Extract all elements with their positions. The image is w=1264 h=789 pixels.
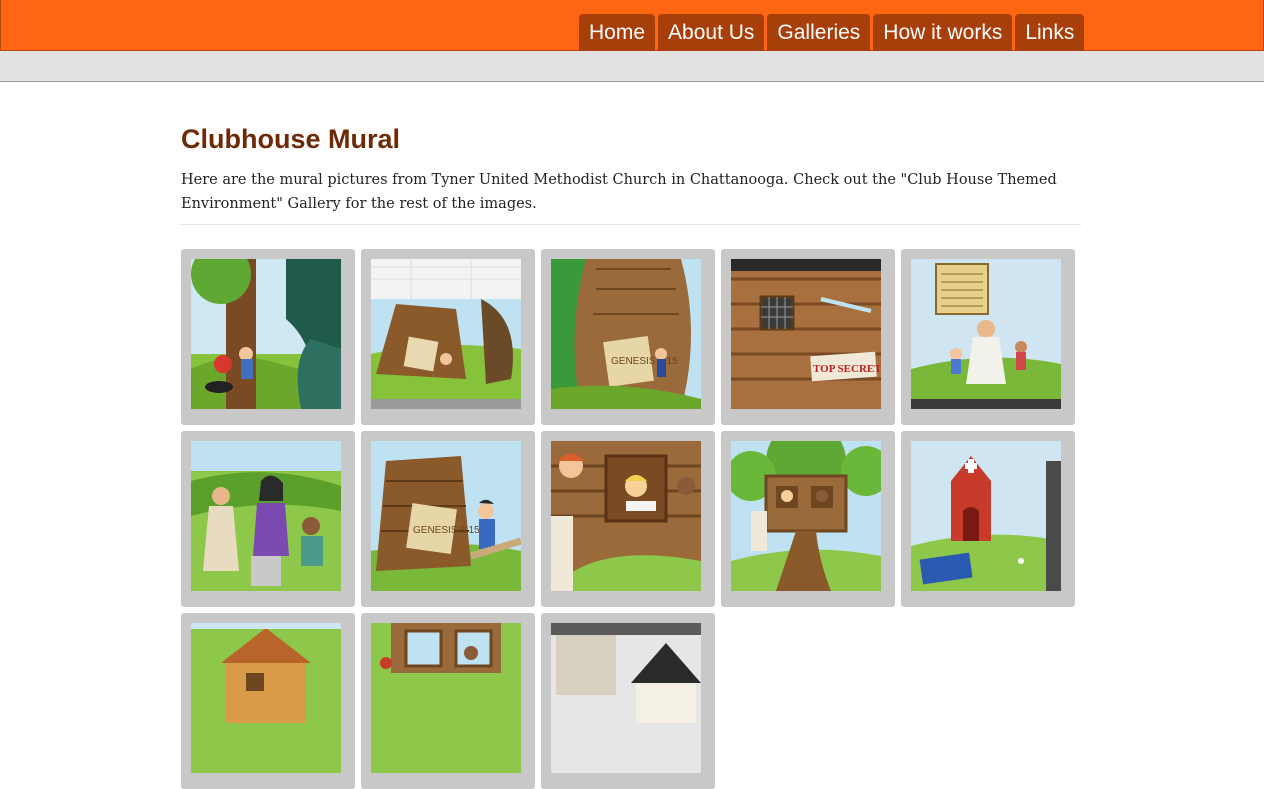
nav-how-it-works[interactable]: How it works <box>873 14 1013 51</box>
nav-galleries[interactable]: Galleries <box>767 14 871 51</box>
gallery-thumbnail[interactable] <box>361 249 535 425</box>
photo-gallery: GENESIS 6:15 TOP SECRET! GENESIS 6:15 <box>181 249 1081 789</box>
gallery-thumbnail[interactable] <box>361 613 535 789</box>
treehouse-kids-reading-photo <box>551 441 701 591</box>
sign-text: GENESIS 6:15 <box>611 356 678 367</box>
church-mural-photo <box>911 441 1061 591</box>
ark-room-wide-photo <box>371 259 521 409</box>
main-nav: Home About Us Galleries How it works Lin… <box>579 14 1085 51</box>
gallery-thumbnail[interactable] <box>181 249 355 425</box>
room-corner-photo <box>551 623 701 773</box>
sign-text: TOP SECRET! <box>813 363 881 375</box>
nav-links[interactable]: Links <box>1015 14 1085 51</box>
window-mural-photo <box>371 623 521 773</box>
house-mural-photo <box>191 623 341 773</box>
gallery-thumbnail[interactable] <box>901 249 1075 425</box>
gallery-thumbnail[interactable]: GENESIS 6:15 <box>541 249 715 425</box>
gallery-thumbnail[interactable] <box>181 613 355 789</box>
gallery-thumbnail[interactable] <box>541 431 715 607</box>
nav-about-us[interactable]: About Us <box>658 14 765 51</box>
ark-curved-wall-photo: GENESIS 6:15 <box>551 259 701 409</box>
treehouse-window-photo: TOP SECRET! <box>731 259 881 409</box>
gallery-thumbnail[interactable]: GENESIS 6:15 <box>361 431 535 607</box>
sign-text: GENESIS 6:15 <box>413 525 480 536</box>
noah-building-ark-photo: GENESIS 6:15 <box>371 441 521 591</box>
treehouse-tree-photo <box>731 441 881 591</box>
gallery-thumbnail[interactable] <box>541 613 715 789</box>
sub-header-bar <box>0 51 1264 82</box>
nav-home[interactable]: Home <box>579 14 656 51</box>
playground-slide-mural-photo <box>191 259 341 409</box>
gallery-thumbnail[interactable] <box>181 431 355 607</box>
jesus-children-mural-photo <box>911 259 1061 409</box>
gallery-thumbnail[interactable] <box>901 431 1075 607</box>
page-title: Clubhouse Mural <box>181 124 401 154</box>
gallery-thumbnail[interactable] <box>721 431 895 607</box>
bible-characters-mural-photo <box>191 441 341 591</box>
intro-text: Here are the mural pictures from Tyner U… <box>181 168 1081 225</box>
main-content: Clubhouse Mural Here are the mural pictu… <box>181 120 1081 789</box>
site-header: Home About Us Galleries How it works Lin… <box>0 0 1264 51</box>
gallery-thumbnail[interactable]: TOP SECRET! <box>721 249 895 425</box>
